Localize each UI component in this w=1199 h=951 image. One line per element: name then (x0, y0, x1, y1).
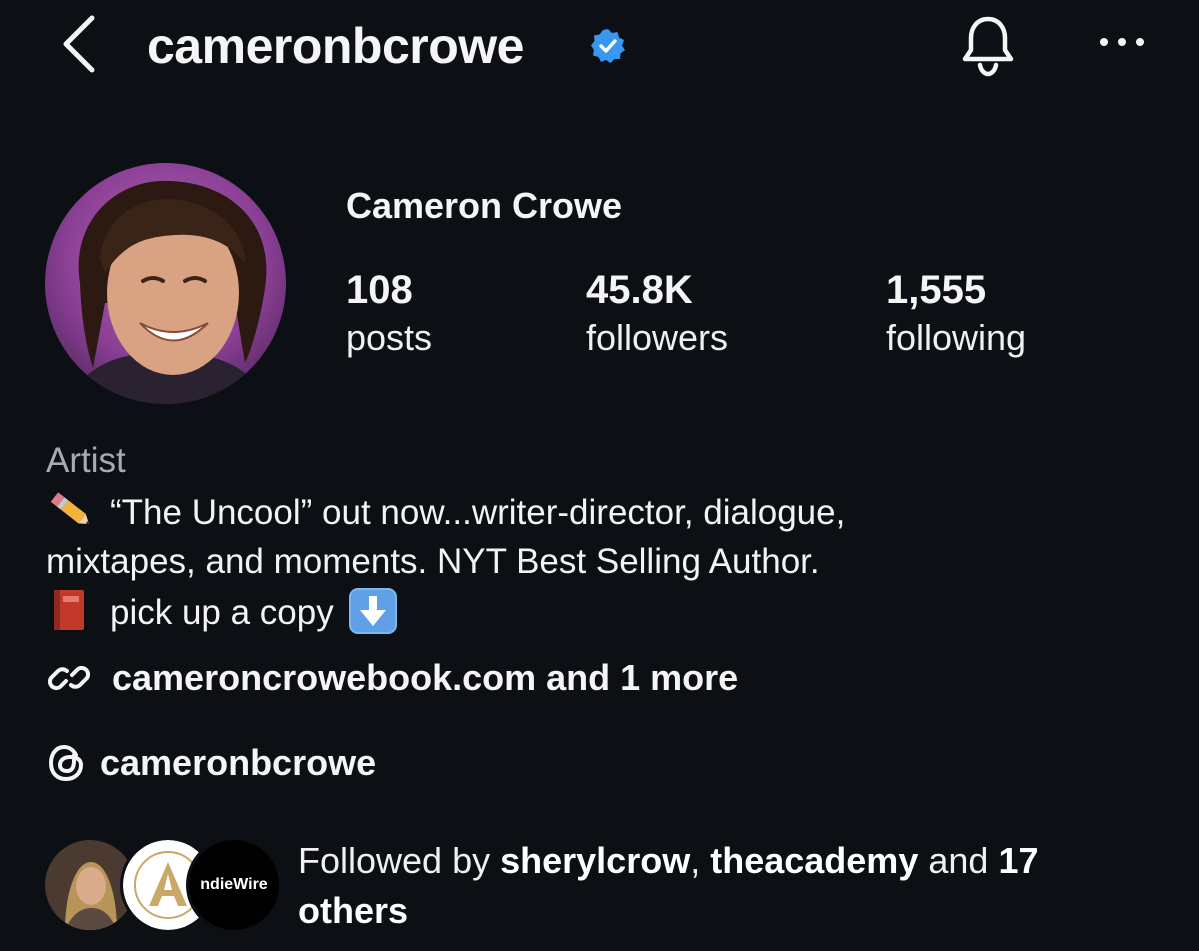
profile-display-name: Cameron Crowe (346, 185, 623, 226)
bio-text-1: “The Uncool” out now...writer-director, … (110, 493, 846, 532)
bio-link[interactable]: cameroncrowebook.com and 1 more (46, 652, 738, 704)
followed-by-text[interactable]: Followed by sherylcrow, theacademy and 1… (298, 836, 1158, 936)
followed-by-prefix: Followed by (298, 840, 491, 881)
bio-text-3: pick up a copy (110, 593, 334, 632)
bio-line-3: pick up a copy (46, 588, 398, 637)
bio-link-text: cameroncrowebook.com and 1 more (112, 657, 739, 698)
posts-count: 108 (346, 268, 413, 312)
followers-count: 45.8K (586, 268, 693, 312)
following-stat[interactable]: 1,555 following (886, 264, 1026, 360)
posts-label: posts (346, 317, 433, 358)
chevron-left-icon (63, 15, 95, 73)
bio-line-2: mixtapes, and moments. NYT Best Selling … (46, 542, 820, 581)
followed-by-and: and (928, 840, 989, 881)
down-arrow-emoji-icon (348, 588, 397, 634)
back-button[interactable] (52, 12, 108, 76)
following-label: following (886, 317, 1027, 358)
verified-badge-icon (591, 29, 625, 63)
threads-badge[interactable]: cameronbcrowe (46, 737, 376, 789)
threads-handle: cameronbcrowe (100, 742, 377, 783)
followed-by-separator: , (690, 840, 701, 881)
more-options-button[interactable] (1090, 22, 1154, 62)
book-emoji-icon (54, 590, 84, 630)
mutual-follower-2[interactable]: theacademy (710, 840, 918, 881)
profile-category: Artist (46, 441, 126, 480)
threads-icon (49, 745, 83, 781)
bio-line-1: “The Uncool” out now...writer-director, … (46, 489, 845, 537)
avatar-photo (45, 163, 286, 404)
link-chain-icon (47, 665, 91, 691)
indiewire-logo-text: ndieWire (200, 876, 268, 893)
followers-label: followers (586, 317, 729, 358)
mutual-follower-1[interactable]: sherylcrow (500, 840, 690, 881)
profile-avatar[interactable] (45, 163, 286, 404)
profile-username: cameronbcrowe (147, 18, 524, 74)
bell-icon (962, 16, 1014, 77)
follower-avatar-3[interactable]: ndieWire (186, 837, 282, 933)
posts-stat[interactable]: 108 posts (346, 264, 432, 360)
more-dots-icon (1100, 38, 1144, 46)
notifications-button[interactable] (950, 10, 1026, 80)
followers-stat[interactable]: 45.8K followers (586, 264, 728, 360)
following-count: 1,555 (886, 268, 987, 312)
pencil-emoji-icon (50, 492, 90, 525)
